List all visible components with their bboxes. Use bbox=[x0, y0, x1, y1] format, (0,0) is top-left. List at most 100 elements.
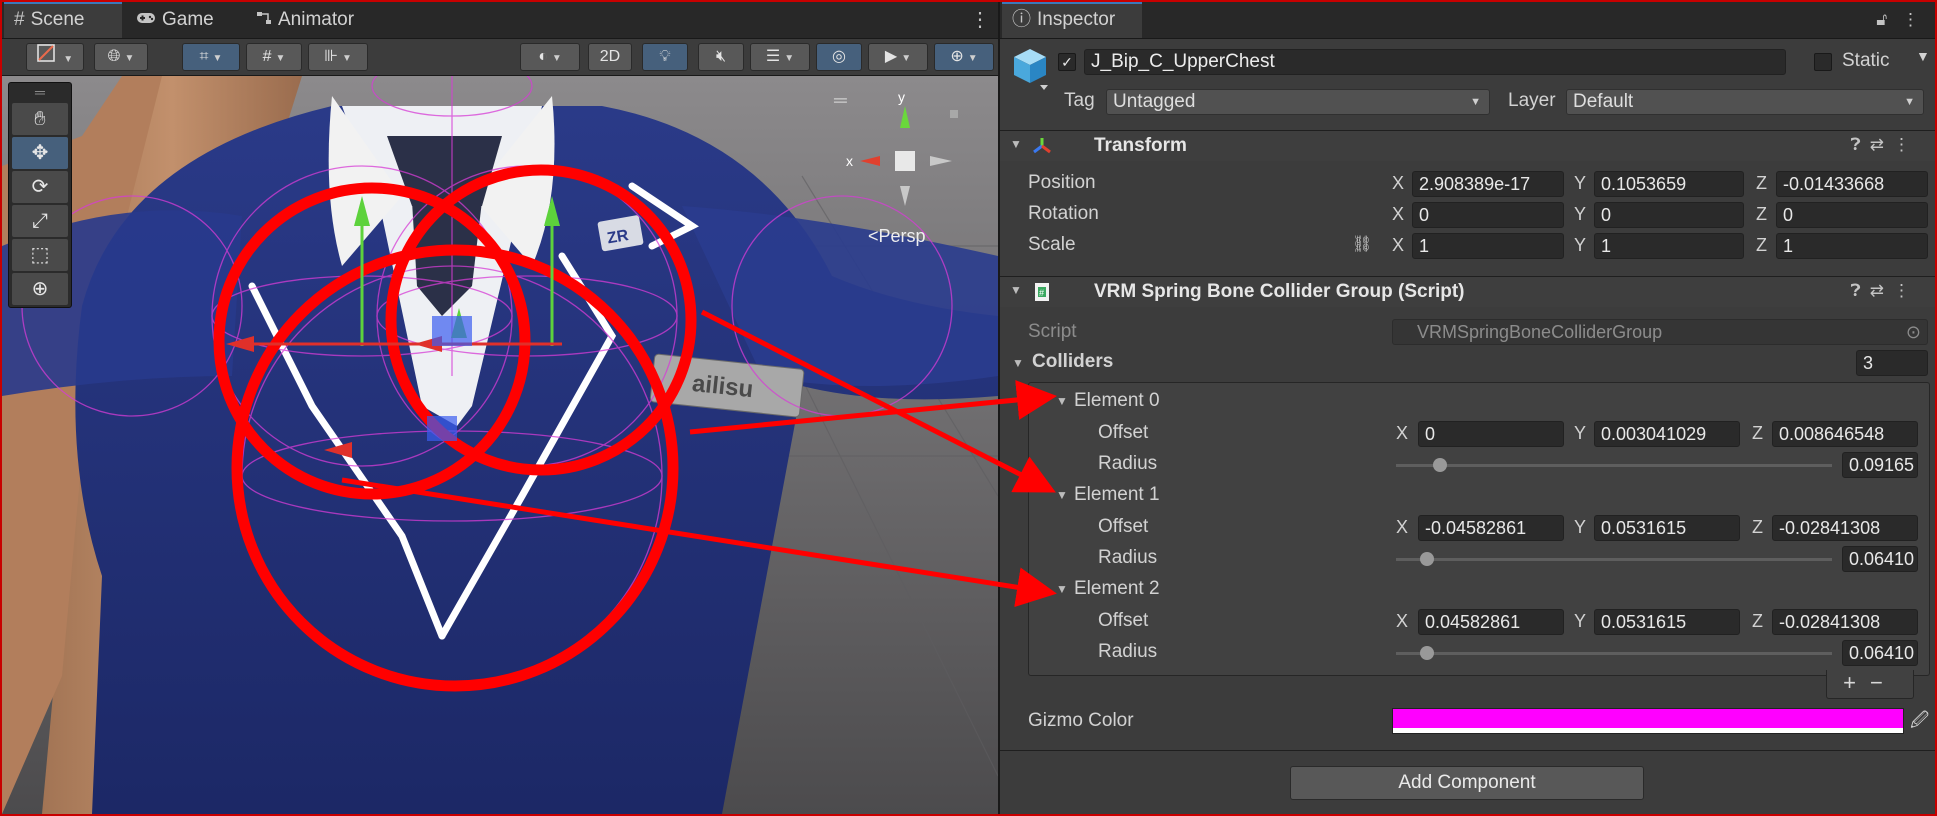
lock-icon[interactable]: 🔓︎ bbox=[1876, 10, 1887, 29]
hidden-objects-toggle[interactable]: ◎ bbox=[816, 43, 862, 71]
element-1-offset-z[interactable]: -0.02841308 bbox=[1772, 515, 1918, 541]
foldout-icon[interactable]: ▼ bbox=[1056, 394, 1068, 408]
element-2-radius-field[interactable]: 0.06410 bbox=[1842, 640, 1918, 666]
element-0-x-label[interactable]: X bbox=[1396, 423, 1408, 444]
element-1-radius-field[interactable]: 0.06410 bbox=[1842, 546, 1918, 572]
effects-button[interactable]: ☰ ▼ bbox=[750, 43, 810, 71]
element-1-y-label[interactable]: Y bbox=[1574, 517, 1586, 538]
foldout-icon[interactable]: ▼ bbox=[1010, 283, 1022, 297]
tab-animator[interactable]: Animator bbox=[246, 2, 376, 38]
rotation-y-field[interactable]: 0 bbox=[1594, 202, 1744, 228]
tab-inspector[interactable]: ⓘ Inspector bbox=[1002, 2, 1142, 38]
mode-2d-button[interactable]: 2D bbox=[588, 43, 632, 71]
scale-tool-icon[interactable]: ⤢ bbox=[12, 205, 68, 237]
element-0-offset-y[interactable]: 0.003041029 bbox=[1594, 421, 1740, 447]
element-1-x-label[interactable]: X bbox=[1396, 517, 1408, 538]
element-2-offset-y[interactable]: 0.0531615 bbox=[1594, 609, 1740, 635]
scale-z-label[interactable]: Z bbox=[1756, 235, 1767, 256]
presets-icon[interactable]: ⇄ bbox=[1870, 281, 1893, 300]
element-2-label[interactable]: Element 2 bbox=[1074, 578, 1160, 600]
layer-dropdown[interactable]: Default ▼ bbox=[1566, 89, 1924, 115]
element-0-label[interactable]: Element 0 bbox=[1074, 390, 1160, 412]
foldout-icon[interactable]: ▼ bbox=[1056, 488, 1068, 502]
script-object-field[interactable]: VRMSpringBoneColliderGroup ⊙ bbox=[1392, 319, 1928, 345]
eyedropper-icon[interactable]: 🖉︎ bbox=[1910, 708, 1929, 738]
element-1-radius-slider[interactable] bbox=[1396, 558, 1832, 561]
position-z-label[interactable]: Z bbox=[1756, 173, 1767, 194]
component-menu-icon[interactable]: ⋮ bbox=[1893, 281, 1919, 300]
rotation-z-field[interactable]: 0 bbox=[1776, 202, 1928, 228]
colliders-label[interactable]: Colliders bbox=[1032, 351, 1113, 373]
scene-menu-icon[interactable]: ⋮ bbox=[970, 2, 990, 38]
gameobject-cube-icon[interactable] bbox=[1012, 47, 1048, 90]
element-2-radius-slider[interactable] bbox=[1396, 652, 1832, 655]
position-x-label[interactable]: X bbox=[1392, 173, 1404, 194]
rotation-x-label[interactable]: X bbox=[1392, 204, 1404, 225]
presets-icon[interactable]: ⇄ bbox=[1870, 135, 1893, 154]
draw-mode-button[interactable]: ▼ bbox=[26, 43, 84, 71]
element-0-offset-x[interactable]: 0 bbox=[1418, 421, 1564, 447]
help-icon[interactable]: ❓︎ bbox=[1851, 281, 1870, 300]
move-tool-icon[interactable]: ✥ bbox=[12, 137, 68, 169]
rotation-z-label[interactable]: Z bbox=[1756, 204, 1767, 225]
pivot-button[interactable]: ⌗ ▼ bbox=[182, 43, 240, 71]
element-0-radius-slider[interactable] bbox=[1396, 464, 1832, 467]
add-element-button[interactable]: + bbox=[1843, 670, 1870, 695]
active-checkbox[interactable]: ✓ bbox=[1058, 53, 1076, 71]
position-x-field[interactable]: 2.908389e-17 bbox=[1412, 171, 1564, 197]
position-y-field[interactable]: 0.1053659 bbox=[1594, 171, 1744, 197]
position-z-field[interactable]: -0.01433668 bbox=[1776, 171, 1928, 197]
rotate-tool-icon[interactable]: ⟳ bbox=[12, 171, 68, 203]
link-icon[interactable]: ⛓︎ bbox=[1352, 234, 1372, 254]
element-0-z-label[interactable]: Z bbox=[1752, 423, 1763, 444]
shading-mode-button[interactable]: ◐ ▼ bbox=[520, 43, 580, 71]
element-1-radius-knob[interactable] bbox=[1419, 552, 1434, 566]
object-picker-icon[interactable]: ⊙ bbox=[1906, 320, 1921, 344]
scale-x-label[interactable]: X bbox=[1392, 235, 1404, 256]
element-2-offset-x[interactable]: 0.04582861 bbox=[1418, 609, 1564, 635]
hand-tool-icon[interactable]: ✋︎ bbox=[12, 103, 68, 135]
transform-tool-icon[interactable]: ⊕ bbox=[12, 273, 68, 305]
projection-toggle[interactable]: <Persp bbox=[868, 226, 926, 247]
scale-y-label[interactable]: Y bbox=[1574, 235, 1586, 256]
grid-snap-button[interactable]: # ▼ bbox=[246, 43, 302, 71]
foldout-icon[interactable]: ▼ bbox=[1010, 137, 1022, 151]
static-checkbox[interactable] bbox=[1814, 53, 1832, 71]
element-1-offset-x[interactable]: -0.04582861 bbox=[1418, 515, 1564, 541]
gizmo-color-field[interactable] bbox=[1392, 708, 1904, 734]
element-0-y-label[interactable]: Y bbox=[1574, 423, 1586, 444]
rotation-x-field[interactable]: 0 bbox=[1412, 202, 1564, 228]
scene-viewport[interactable]: ailisu ZR y x ═ <Persp ═ ✋︎ ✥ ⟳ ⤢ ⬚ ⊕ bbox=[2, 76, 998, 814]
lighting-toggle[interactable]: 💡︎ bbox=[642, 43, 688, 71]
component-menu-icon[interactable]: ⋮ bbox=[1893, 135, 1919, 154]
rect-tool-icon[interactable]: ⬚ bbox=[12, 239, 68, 271]
scale-y-field[interactable]: 1 bbox=[1594, 233, 1744, 259]
element-2-radius-knob[interactable] bbox=[1419, 646, 1434, 660]
element-1-label[interactable]: Element 1 bbox=[1074, 484, 1160, 506]
element-0-radius-field[interactable]: 0.09165 bbox=[1842, 452, 1918, 478]
add-component-button[interactable]: Add Component bbox=[1290, 766, 1644, 800]
colliders-count-field[interactable]: 3 bbox=[1856, 350, 1928, 376]
global-view-button[interactable]: 🌐︎ ▼ bbox=[94, 43, 148, 71]
drag-handle-icon[interactable]: ═ bbox=[9, 83, 71, 101]
foldout-icon[interactable]: ▼ bbox=[1012, 356, 1024, 370]
transform-header[interactable]: ▼ Transform ❓︎⇄⋮ bbox=[1000, 130, 1935, 161]
collider-group-header[interactable]: ▼ # VRM Spring Bone Collider Group (Scri… bbox=[1000, 276, 1935, 307]
element-2-z-label[interactable]: Z bbox=[1752, 611, 1763, 632]
element-0-offset-z[interactable]: 0.008646548 bbox=[1772, 421, 1918, 447]
remove-element-button[interactable]: − bbox=[1870, 670, 1897, 695]
audio-toggle[interactable]: 🔇︎ bbox=[698, 43, 744, 71]
gizmos-button[interactable]: ⊕ ▼ bbox=[934, 43, 994, 71]
increment-snap-button[interactable]: ⊪ ▼ bbox=[308, 43, 368, 71]
gizmo-menu-icon[interactable]: ═ bbox=[834, 90, 847, 111]
camera-settings-button[interactable]: ▶ ▼ bbox=[868, 43, 928, 71]
tab-game[interactable]: Game bbox=[126, 2, 230, 38]
position-y-label[interactable]: Y bbox=[1574, 173, 1586, 194]
element-1-offset-y[interactable]: 0.0531615 bbox=[1594, 515, 1740, 541]
tag-dropdown[interactable]: Untagged ▼ bbox=[1106, 89, 1490, 115]
element-1-z-label[interactable]: Z bbox=[1752, 517, 1763, 538]
element-0-radius-knob[interactable] bbox=[1432, 458, 1447, 472]
gameobject-name-field[interactable]: J_Bip_C_UpperChest bbox=[1084, 49, 1786, 75]
element-2-y-label[interactable]: Y bbox=[1574, 611, 1586, 632]
element-2-offset-z[interactable]: -0.02841308 bbox=[1772, 609, 1918, 635]
